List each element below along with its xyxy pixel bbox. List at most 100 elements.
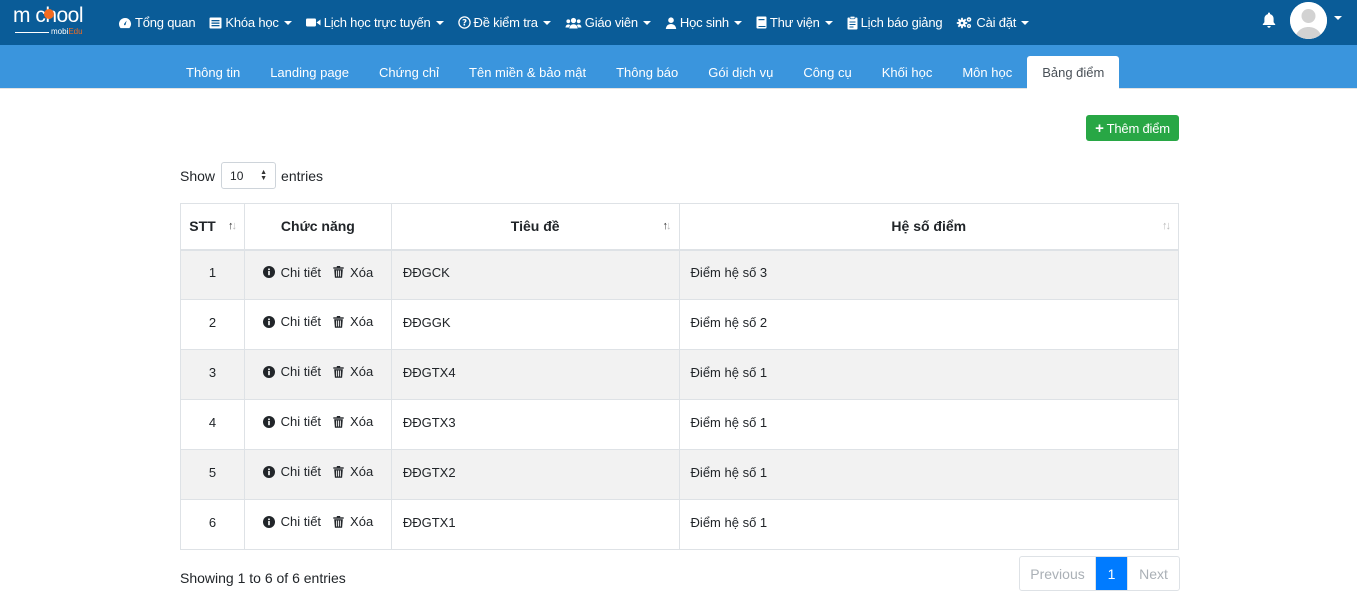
table-row: 6 Chi tiết Xóa ĐĐGTX1 Điểm hệ số 1 — [180, 499, 1180, 550]
book-icon — [756, 16, 767, 29]
detail-button[interactable]: Chi tiết — [262, 514, 321, 529]
nav-item-5[interactable]: Giáo viên — [565, 15, 651, 30]
cell-coefficient: Điểm hệ số 2 — [678, 299, 1180, 350]
next-page-button[interactable]: Next — [1127, 557, 1179, 590]
cell-actions: Chi tiết Xóa — [243, 299, 392, 350]
detail-button[interactable]: Chi tiết — [262, 264, 322, 280]
delete-label: Xóa — [350, 364, 374, 380]
cell-coefficient: Điểm hệ số 1 — [678, 399, 1180, 450]
delete-label: Xóa — [350, 264, 374, 280]
tab-3[interactable]: Chứng chỉ — [364, 56, 454, 89]
trash-icon — [333, 415, 347, 428]
info-circle-icon — [262, 415, 278, 428]
detail-button[interactable]: Chi tiết — [262, 314, 321, 329]
cell-title: ĐĐGGK — [390, 299, 680, 350]
trash-icon — [333, 365, 347, 378]
main-menu: Tổng quan Khóa học Lịch học trực tuyến ? Đề … — [118, 0, 1043, 45]
nav-item-4[interactable]: ? Đề kiểm tra — [457, 15, 551, 30]
nav-item-label: Khóa học — [225, 15, 279, 30]
column-header-coefficient[interactable]: Hệ số điểm ↑↓ — [678, 203, 1180, 251]
caret-down-icon — [283, 20, 292, 25]
entries-label: entries — [281, 167, 324, 184]
delete-label: Xóa — [350, 514, 374, 530]
logo-sub-brand-b: Edu — [68, 27, 83, 36]
avatar-dropdown-caret-icon[interactable] — [1334, 16, 1342, 20]
nav-item-6[interactable]: Học sinh — [665, 15, 742, 30]
tab-2[interactable]: Landing page — [255, 56, 364, 89]
logo-divider — [15, 32, 49, 33]
delete-label: Xóa — [350, 464, 374, 480]
top-navbar: m chool mobiEdu Tổng quan Khóa học Lịch họ… — [0, 0, 1357, 45]
table-row: 5 Chi tiết Xóa ĐĐGTX2 Điểm hệ số 1 — [180, 449, 1180, 500]
detail-button[interactable]: Chi tiết — [262, 414, 322, 430]
tab-1[interactable]: Thông tin — [171, 56, 255, 89]
score-table: STT ↑↓ Chức năng Tiêu đề ↑↓ Hệ số điểm ↑↓ 1… — [180, 203, 1180, 550]
pagination: Previous 1 Next — [1019, 556, 1180, 591]
tab-6[interactable]: Gói dịch vụ — [693, 56, 788, 89]
info-circle-icon — [262, 465, 278, 478]
caret-down-icon — [642, 20, 651, 25]
app-logo[interactable]: m chool mobiEdu — [13, 4, 103, 36]
info-circle-icon — [262, 266, 278, 278]
header-function-label: Chức năng — [280, 218, 355, 235]
cell-actions: Chi tiết Xóa — [243, 399, 392, 450]
caret-down-icon — [733, 20, 742, 25]
table-info: Showing 1 to 6 of 6 entries — [180, 570, 346, 586]
column-header-stt[interactable]: STT ↑↓ — [180, 203, 245, 251]
notification-bell-icon[interactable] — [1262, 12, 1278, 30]
list-icon — [209, 17, 222, 29]
cell-coefficient: Điểm hệ số 1 — [678, 449, 1180, 500]
show-label: Show — [180, 167, 216, 184]
detail-label: Chi tiết — [280, 264, 322, 280]
nav-item-label: Thư viện — [769, 15, 820, 30]
dashboard-icon — [118, 17, 132, 29]
nav-item-8[interactable]: Lịch báo giảng — [847, 15, 943, 30]
table-row: 1 Chi tiết Xóa ĐĐGCK Điểm hệ số 3 — [180, 249, 1180, 300]
tab-4[interactable]: Tên miền & bảo mật — [454, 56, 601, 89]
tab-5[interactable]: Thông báo — [601, 56, 693, 89]
cell-coefficient: Điểm hệ số 3 — [678, 249, 1180, 300]
sort-icon: ↑↓ — [662, 220, 672, 232]
column-header-title[interactable]: Tiêu đề ↑↓ — [390, 203, 680, 251]
user-avatar[interactable] — [1290, 2, 1327, 39]
nav-item-2[interactable]: Khóa học — [209, 15, 292, 30]
nav-item-9[interactable]: Cài đặt — [956, 15, 1030, 30]
delete-button[interactable]: Xóa — [333, 265, 373, 280]
clipboard-icon — [847, 15, 858, 30]
tab-list: Thông tin Landing page Chứng chỉ Tên miền &… — [171, 56, 1120, 89]
cell-coefficient: Điểm hệ số 1 — [678, 349, 1180, 400]
nav-item-1[interactable]: Tổng quan — [118, 15, 196, 30]
delete-button[interactable]: Xóa — [333, 514, 373, 529]
detail-button[interactable]: Chi tiết — [262, 364, 321, 379]
page-length-control: Show 10 ▲ ▼ entries — [180, 162, 323, 189]
cell-actions: Chi tiết Xóa — [243, 449, 392, 500]
delete-button[interactable]: Xóa — [333, 364, 373, 379]
table-header-row: STT ↑↓ Chức năng Tiêu đề ↑↓ Hệ số điểm ↑↓ — [180, 203, 1180, 251]
tab-10[interactable]: Bảng điểm — [1027, 56, 1120, 89]
cell-actions: Chi tiết Xóa — [243, 349, 392, 400]
tab-9[interactable]: Môn học — [947, 56, 1027, 89]
page-length-select[interactable]: 10 ▲ ▼ — [221, 162, 277, 189]
logo-dot-icon — [44, 9, 54, 19]
cell-stt: 3 — [180, 349, 245, 400]
detail-label: Chi tiết — [280, 414, 322, 430]
table-row: 3 Chi tiết Xóa ĐĐGTX4 Điểm hệ số 1 — [180, 349, 1180, 400]
tab-8[interactable]: Khối học — [867, 56, 948, 89]
sort-icon: ↑↓ — [1162, 220, 1171, 232]
sort-asc-icon: ↑↓ — [227, 220, 237, 232]
nav-item-3[interactable]: Lịch học trực tuyến — [305, 15, 444, 30]
caret-down-icon — [1021, 20, 1030, 25]
previous-page-button[interactable]: Previous — [1020, 557, 1096, 590]
trash-icon — [333, 515, 347, 528]
cell-actions: Chi tiết Xóa — [243, 249, 392, 300]
nav-item-7[interactable]: Thư viện — [756, 15, 833, 30]
cell-stt: 2 — [180, 299, 245, 350]
add-score-button[interactable]: + Thêm điểm — [1086, 115, 1179, 141]
delete-button[interactable]: Xóa — [333, 464, 373, 479]
page-1-button[interactable]: 1 — [1096, 557, 1127, 590]
detail-button[interactable]: Chi tiết — [262, 464, 321, 479]
delete-button[interactable]: Xóa — [333, 314, 373, 329]
logo-sub-brand-a: mobi — [51, 27, 69, 36]
delete-button[interactable]: Xóa — [333, 414, 373, 429]
tab-7[interactable]: Công cụ — [788, 56, 866, 89]
